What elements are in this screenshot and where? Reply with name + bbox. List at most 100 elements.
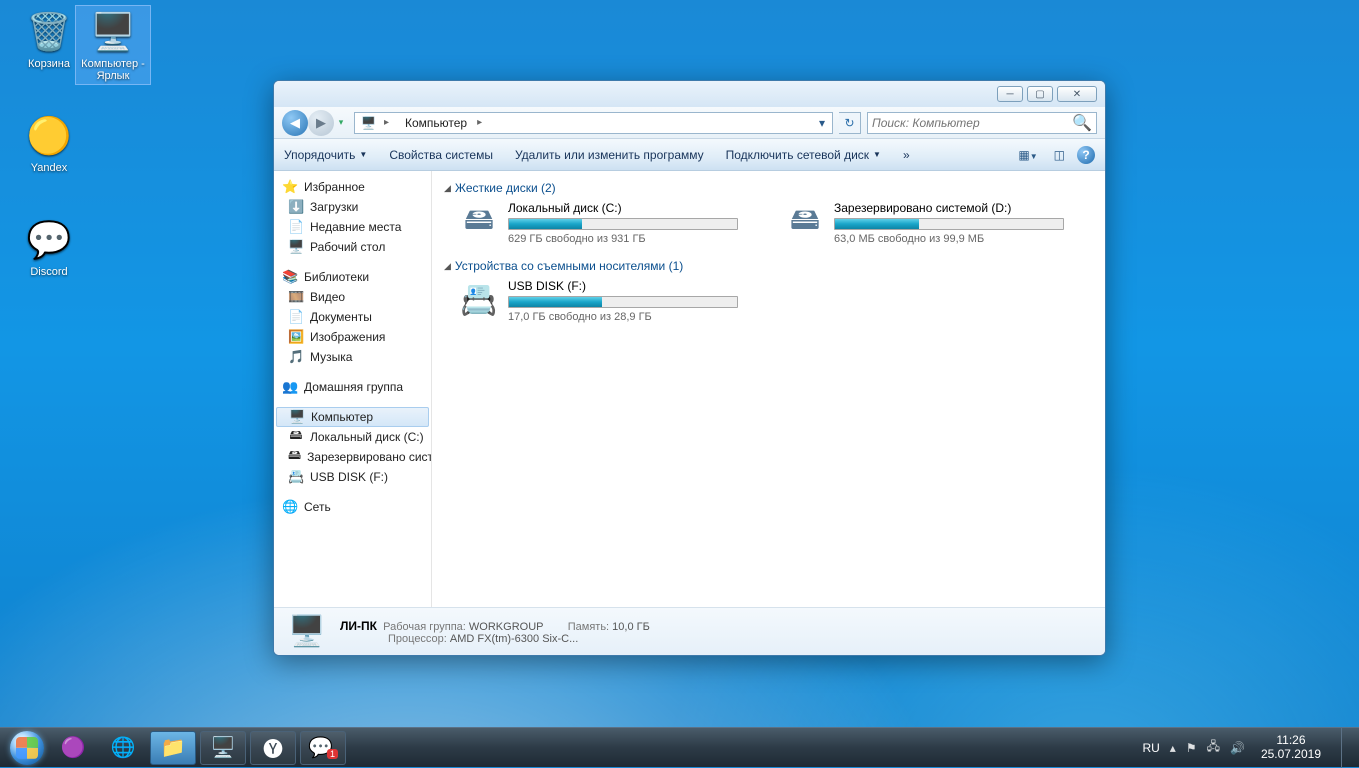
- close-button[interactable]: ✕: [1057, 86, 1097, 102]
- libraries-header[interactable]: 📚Библиотеки: [274, 267, 431, 287]
- addr-dropdown-icon[interactable]: ▾: [812, 116, 832, 130]
- drive-usage-bar: [508, 218, 738, 230]
- refresh-button[interactable]: ↻: [839, 112, 861, 134]
- drive-item[interactable]: 🖴 Зарезервировано системой (D:) 63,0 МБ св…: [784, 201, 1064, 245]
- nav-pane: ⭐Избранное ⬇️Загрузки📄Недавние места🖥️Ра…: [274, 171, 432, 607]
- task-icon: 🌐: [111, 735, 136, 760]
- titlebar[interactable]: ─ ▢ ✕: [274, 81, 1105, 107]
- drive-item[interactable]: 📇USB DISK (F:)17,0 ГБ свободно из 28,9 Г…: [458, 279, 738, 323]
- drive-name: USB DISK (F:): [508, 279, 738, 293]
- nav-item-label: Недавние места: [310, 220, 401, 234]
- uninstall-button[interactable]: Удалить или изменить программу: [515, 148, 704, 162]
- removable-section-header[interactable]: ◢Устройства со съемными носителями (1): [444, 259, 1093, 273]
- homegroup-icon: 👥: [282, 379, 298, 395]
- nav-item[interactable]: 🎵 Музыка: [274, 347, 431, 367]
- nav-item-label: Зарезервировано системой (D:): [307, 450, 431, 464]
- nav-item-label: Локальный диск (C:): [310, 430, 424, 444]
- task-icon: 🟣: [61, 735, 86, 760]
- homegroup-header[interactable]: 👥Домашняя группа: [274, 377, 431, 397]
- hdd-section-header[interactable]: ◢Жесткие диски (2): [444, 181, 1093, 195]
- nav-item-icon: 📄: [288, 309, 304, 325]
- drive-free-text: 629 ГБ свободно из 931 ГБ: [508, 233, 738, 245]
- taskbar: 🟣 🌐 📁 🖥️ 🅨 💬1 RU ▴ ⚑ 🖧 🔊 11:2625.07.2019: [0, 727, 1359, 767]
- task-icon: 🅨: [263, 733, 283, 762]
- ie-pin[interactable]: 🌐: [100, 731, 146, 765]
- taskmgr-task[interactable]: 🖥️: [200, 731, 246, 765]
- organize-menu[interactable]: Упорядочить▼: [284, 148, 367, 162]
- nav-item-icon: 🎞️: [288, 289, 304, 305]
- maximize-button[interactable]: ▢: [1027, 86, 1053, 102]
- forward-button[interactable]: ▶: [308, 110, 334, 136]
- desktop-icon[interactable]: 💬Discord: [12, 214, 86, 280]
- view-mode-button[interactable]: ▦▼: [1014, 146, 1041, 164]
- desktop-icon-label: Корзина: [14, 58, 84, 70]
- address-bar[interactable]: 🖥️▸ Компьютер ▸ ▾: [354, 112, 833, 134]
- search-input[interactable]: [872, 116, 1072, 130]
- nav-item[interactable]: 🖴Зарезервировано системой (D:): [274, 447, 431, 467]
- desktop-icon-glyph: 🗑️: [25, 8, 73, 56]
- drive-name: Локальный диск (C:): [508, 201, 738, 215]
- desktop-icon-glyph: 🟡: [25, 112, 73, 160]
- nav-item[interactable]: 🎞️ Видео: [274, 287, 431, 307]
- nav-item[interactable]: 📄Недавние места: [274, 217, 431, 237]
- network-header[interactable]: 🌐Сеть: [274, 497, 431, 517]
- nav-item-label: Музыка: [310, 350, 352, 364]
- desktop-icon[interactable]: 🗑️ Корзина: [12, 6, 86, 72]
- search-icon[interactable]: 🔍: [1072, 113, 1092, 133]
- favorites-header[interactable]: ⭐Избранное: [274, 177, 431, 197]
- language-indicator[interactable]: RU: [1142, 741, 1159, 755]
- yandex-pin[interactable]: 🟣: [50, 731, 96, 765]
- nav-item[interactable]: 🖴 Локальный диск (C:): [274, 427, 431, 447]
- nav-item-label: USB DISK (F:): [310, 470, 388, 484]
- volume-icon[interactable]: 🔊: [1230, 741, 1245, 755]
- back-button[interactable]: ◀: [282, 110, 308, 136]
- desktop-icon-label: Discord: [14, 266, 84, 278]
- drive-item[interactable]: 🖴 Локальный диск (C:) 629 ГБ свободно из 9…: [458, 201, 738, 245]
- discord-task[interactable]: 💬1: [300, 731, 346, 765]
- help-button[interactable]: ?: [1077, 146, 1095, 164]
- nav-item-icon: ⬇️: [288, 199, 304, 215]
- drive-name: Зарезервировано системой (D:): [834, 201, 1064, 215]
- yandex-task[interactable]: 🅨: [250, 731, 296, 765]
- desktop-icon[interactable]: 🟡Yandex: [12, 110, 86, 176]
- flag-icon[interactable]: ⚑: [1186, 741, 1197, 755]
- desktop-icon-label: Компьютер - Ярлык: [78, 58, 148, 82]
- explorer-task[interactable]: 📁: [150, 731, 196, 765]
- nav-item[interactable]: 📄Документы: [274, 307, 431, 327]
- task-icon: 📁: [161, 735, 186, 760]
- nav-row: ◀ ▶ ▾ 🖥️▸ Компьютер ▸ ▾ ↻ 🔍: [274, 107, 1105, 139]
- drive-icon: 🖴: [784, 201, 826, 243]
- system-properties-button[interactable]: Свойства системы: [389, 148, 493, 162]
- history-dropdown[interactable]: ▾: [334, 110, 348, 136]
- breadcrumb-root[interactable]: Компьютер: [399, 113, 473, 133]
- drive-usage-bar: [508, 296, 738, 308]
- clock[interactable]: 11:2625.07.2019: [1255, 734, 1327, 762]
- nav-item-label: Загрузки: [310, 200, 358, 214]
- toolbar: Упорядочить▼ Свойства системы Удалить ил…: [274, 139, 1105, 171]
- nav-item[interactable]: 📇 USB DISK (F:): [274, 467, 431, 487]
- network-icon: 🌐: [282, 499, 298, 515]
- nav-item-label: Изображения: [310, 330, 385, 344]
- start-button[interactable]: [6, 728, 48, 768]
- pc-name: ЛИ-ПК: [340, 619, 377, 633]
- drive-free-text: 63,0 МБ свободно из 99,9 МБ: [834, 233, 1064, 245]
- nav-item-icon: 🖴: [288, 427, 304, 447]
- nav-item[interactable]: ⬇️ Загрузки: [274, 197, 431, 217]
- computer-header[interactable]: 🖥️Компьютер: [276, 407, 429, 427]
- network-tray-icon[interactable]: 🖧: [1207, 737, 1220, 758]
- toolbar-overflow[interactable]: »: [903, 148, 910, 162]
- desktop-icon[interactable]: 🖥️Компьютер - Ярлык: [76, 6, 150, 84]
- nav-item[interactable]: 🖼️Изображения: [274, 327, 431, 347]
- preview-pane-button[interactable]: ◫: [1050, 146, 1069, 164]
- drive-icon: 🖴: [458, 201, 500, 243]
- show-desktop-button[interactable]: [1341, 728, 1351, 768]
- tray-expand-icon[interactable]: ▴: [1170, 741, 1176, 755]
- nav-item[interactable]: 🖥️Рабочий стол: [274, 237, 431, 257]
- nav-item-icon: 📇: [288, 469, 304, 485]
- nav-item-label: Видео: [310, 290, 345, 304]
- tray: RU ▴ ⚑ 🖧 🔊 11:2625.07.2019: [1142, 728, 1353, 768]
- minimize-button[interactable]: ─: [997, 86, 1023, 102]
- map-drive-button[interactable]: Подключить сетевой диск▼: [726, 148, 881, 162]
- search-box[interactable]: 🔍: [867, 112, 1097, 134]
- nav-item-icon: 🎵: [288, 349, 304, 365]
